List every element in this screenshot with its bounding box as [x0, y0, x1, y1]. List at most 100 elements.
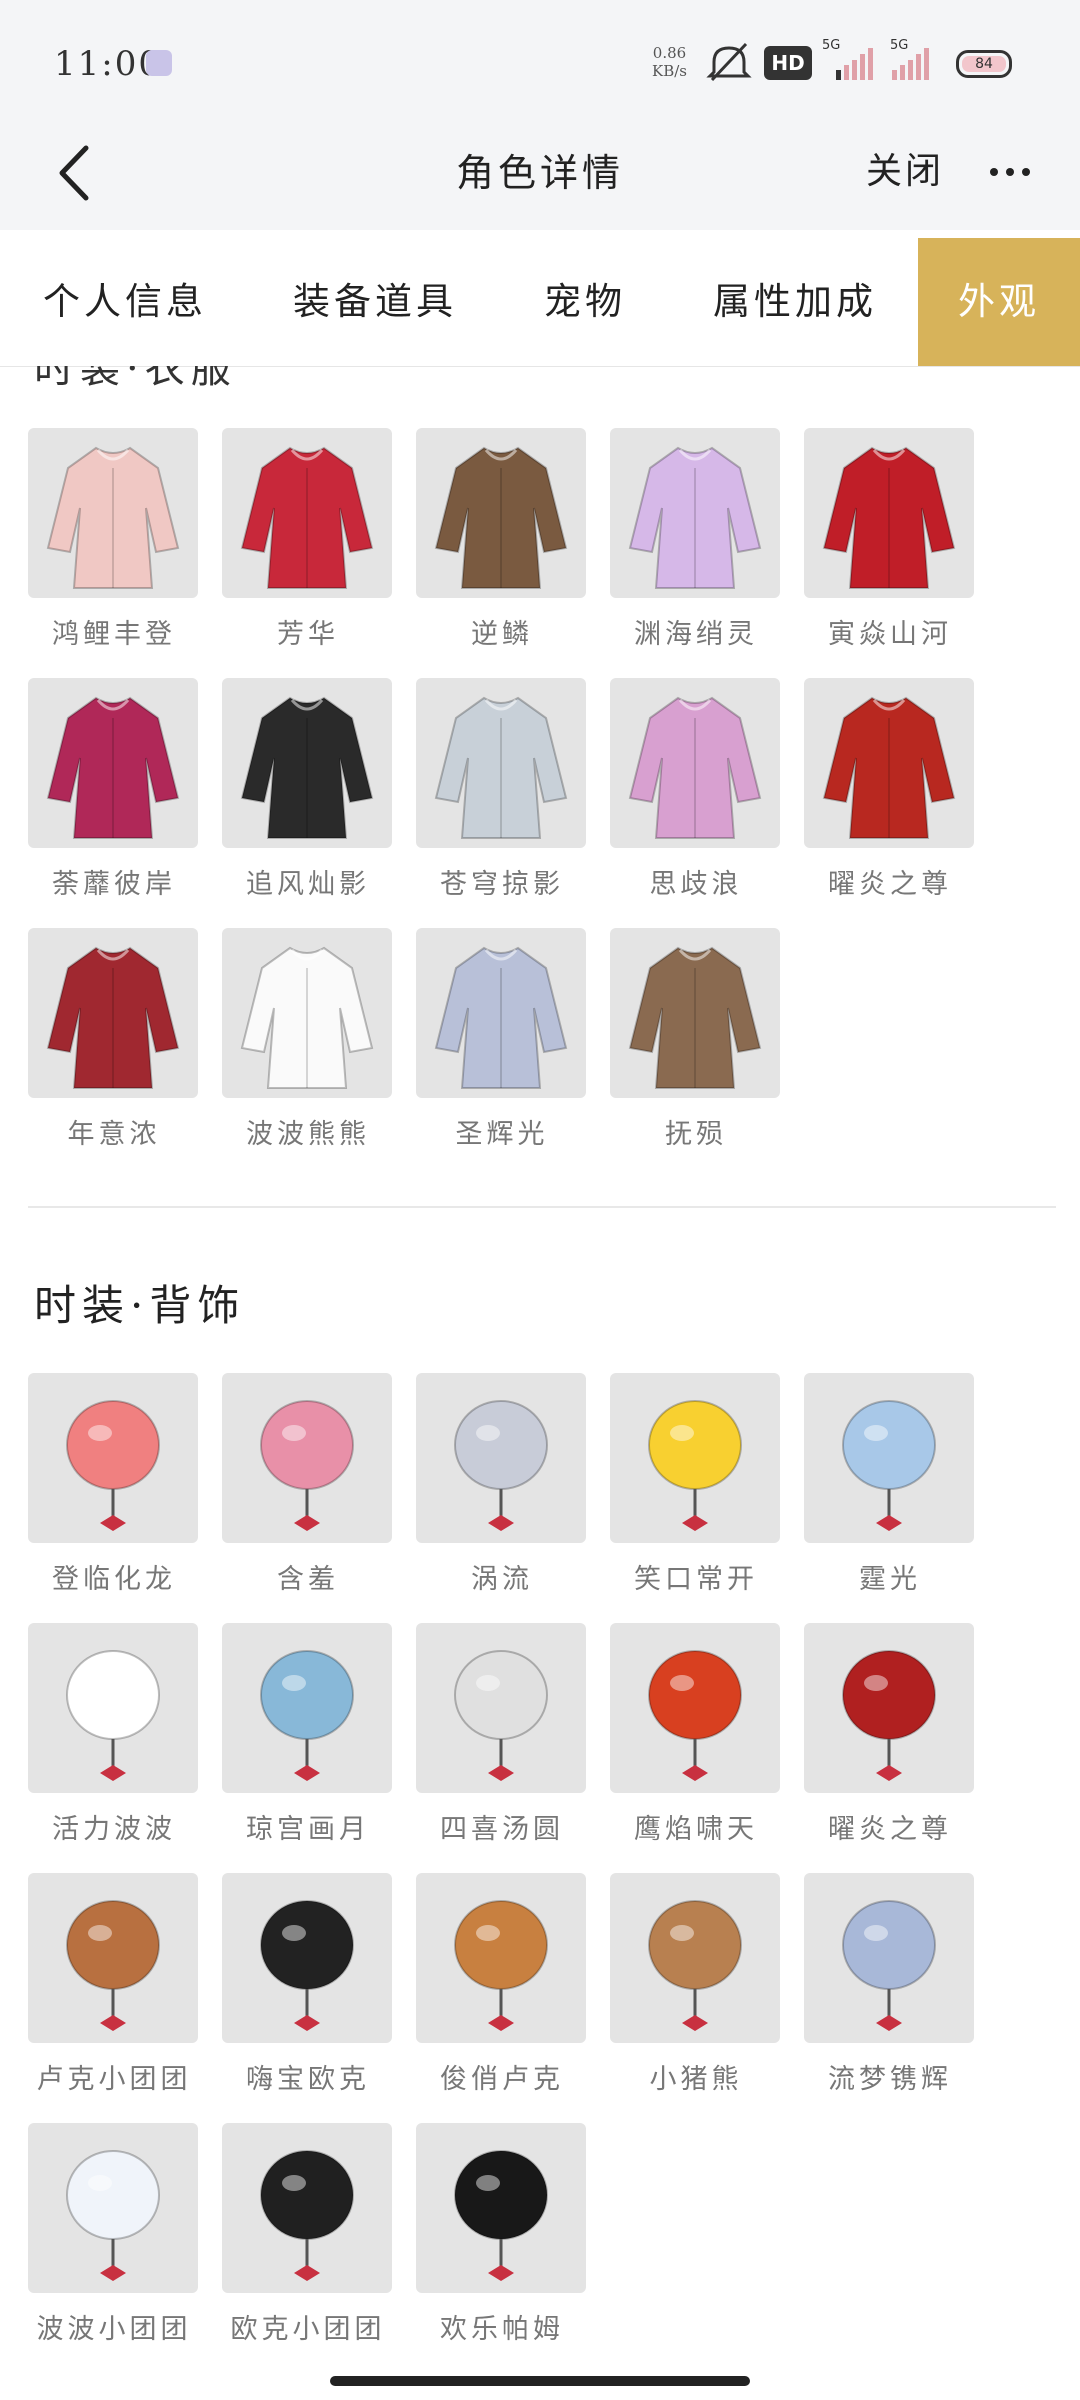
back-accessory-item[interactable]: 嗨宝欧克: [222, 1873, 394, 2113]
back-accessory-thumbnail[interactable]: [610, 1623, 780, 1793]
back-accessory-item[interactable]: 笑口常开: [610, 1373, 782, 1613]
item-name: 笑口常开: [634, 1564, 758, 1595]
back-accessory-item[interactable]: 活力波波: [28, 1623, 200, 1863]
outfit-thumbnail[interactable]: [28, 928, 198, 1098]
back-accessory-item[interactable]: 含羞: [222, 1373, 394, 1613]
tab-appearance[interactable]: 外观: [918, 238, 1080, 366]
outfit-item[interactable]: 苍穹掠影: [416, 678, 588, 918]
back-accessory-thumbnail[interactable]: [222, 1623, 392, 1793]
outfit-thumbnail[interactable]: [222, 678, 392, 848]
accessory-image: [66, 1400, 160, 1531]
back-accessory-thumbnail[interactable]: [222, 1373, 392, 1543]
back-accessory-item[interactable]: 欧克小团团: [222, 2123, 394, 2363]
back-accessory-item[interactable]: 俊俏卢克: [416, 1873, 588, 2113]
item-name: 鹰焰啸天: [634, 1814, 758, 1845]
outfit-thumbnail[interactable]: [416, 428, 586, 598]
back-accessory-item[interactable]: 小猪熊: [610, 1873, 782, 2113]
outfit-item[interactable]: 波波熊熊: [222, 928, 394, 1168]
close-button[interactable]: 关闭: [866, 142, 944, 194]
outfit-thumbnail[interactable]: [804, 678, 974, 848]
outfit-image: [46, 696, 180, 839]
outfit-item[interactable]: 曜炎之尊: [804, 678, 976, 918]
item-name: 曜炎之尊: [828, 869, 952, 900]
outfit-thumbnail[interactable]: [28, 678, 198, 848]
back-accessory-thumbnail[interactable]: [222, 2123, 392, 2293]
outfit-thumbnail[interactable]: [416, 678, 586, 848]
back-accessory-item[interactable]: 卢克小团团: [28, 1873, 200, 2113]
item-name: 寅焱山河: [828, 619, 952, 650]
item-name: 思歧浪: [649, 869, 743, 900]
outfit-thumbnail[interactable]: [416, 928, 586, 1098]
outfit-item[interactable]: 鸿鲤丰登: [28, 428, 200, 668]
outfit-thumbnail[interactable]: [28, 428, 198, 598]
back-accessory-thumbnail[interactable]: [416, 1873, 586, 2043]
accessory-image: [66, 1900, 160, 2031]
outfit-thumbnail[interactable]: [610, 928, 780, 1098]
outfit-thumbnail[interactable]: [222, 428, 392, 598]
outfit-item[interactable]: 思歧浪: [610, 678, 782, 918]
hd-voice-badge: HD: [764, 46, 812, 80]
outfit-image: [434, 696, 568, 839]
accessory-image: [842, 1900, 936, 2031]
outfit-item[interactable]: 抚殒: [610, 928, 782, 1168]
accessory-image: [260, 2150, 354, 2281]
back-accessory-item[interactable]: 鹰焰啸天: [610, 1623, 782, 1863]
back-accessory-thumbnail[interactable]: [28, 1373, 198, 1543]
outfit-item[interactable]: 逆鳞: [416, 428, 588, 668]
outfit-thumbnail[interactable]: [804, 428, 974, 598]
outfit-image: [822, 446, 956, 589]
back-accessory-thumbnail[interactable]: [416, 1373, 586, 1543]
appearance-content: 时装·衣服 鸿鲤丰登 芳华 逆鳞 渊海绡灵 寅焱山河 荼蘼彼岸 追风灿影 苍穹掠影 思歧浪 曜炎之…: [0, 366, 1080, 2400]
home-indicator[interactable]: [330, 2376, 750, 2386]
back-accessory-thumbnail[interactable]: [28, 1873, 198, 2043]
tab-attribute-bonus[interactable]: 属性加成: [670, 238, 920, 366]
tab-equipment[interactable]: 装备道具: [250, 238, 500, 366]
more-options-icon[interactable]: [988, 162, 1032, 182]
outfit-thumbnail[interactable]: [610, 428, 780, 598]
outfit-item[interactable]: 年意浓: [28, 928, 200, 1168]
back-accessory-thumbnail[interactable]: [610, 1373, 780, 1543]
outfit-thumbnail[interactable]: [222, 928, 392, 1098]
outfit-item[interactable]: 芳华: [222, 428, 394, 668]
item-name: 波波熊熊: [246, 1119, 370, 1150]
back-accessory-thumbnail[interactable]: [804, 1873, 974, 2043]
back-accessory-item[interactable]: 琼宫画月: [222, 1623, 394, 1863]
back-accessory-thumbnail[interactable]: [416, 2123, 586, 2293]
back-accessory-item[interactable]: 曜炎之尊: [804, 1623, 976, 1863]
accessory-image: [648, 1400, 742, 1531]
item-name: 追风灿影: [246, 869, 370, 900]
back-accessory-item[interactable]: 霆光: [804, 1373, 976, 1613]
back-accessory-item[interactable]: 四喜汤圆: [416, 1623, 588, 1863]
accessory-image: [66, 1650, 160, 1781]
back-accessory-thumbnail[interactable]: [28, 2123, 198, 2293]
back-accessory-item[interactable]: 登临化龙: [28, 1373, 200, 1613]
back-accessory-thumbnail[interactable]: [416, 1623, 586, 1793]
outfit-item[interactable]: 荼蘼彼岸: [28, 678, 200, 918]
back-accessory-thumbnail[interactable]: [804, 1623, 974, 1793]
outfit-image: [240, 696, 374, 839]
back-accessory-thumbnail[interactable]: [610, 1873, 780, 2043]
item-name: 芳华: [277, 619, 339, 650]
outfit-item[interactable]: 渊海绡灵: [610, 428, 782, 668]
back-accessory-thumbnail[interactable]: [804, 1373, 974, 1543]
status-bar: 11:00 0.86 KB/s HD 5G 5G 84: [0, 0, 1080, 120]
back-accessory-item[interactable]: 波波小团团: [28, 2123, 200, 2363]
outfit-thumbnail[interactable]: [610, 678, 780, 848]
outfit-image: [628, 946, 762, 1089]
tab-personal-info[interactable]: 个人信息: [0, 238, 250, 366]
back-accessory-item[interactable]: 流梦镌辉: [804, 1873, 976, 2113]
back-accessory-thumbnail[interactable]: [28, 1623, 198, 1793]
tab-pets[interactable]: 宠物: [500, 238, 670, 366]
back-accessory-item[interactable]: 涡流: [416, 1373, 588, 1613]
item-name: 流梦镌辉: [828, 2064, 952, 2095]
accessory-image: [66, 2150, 160, 2281]
outfit-item[interactable]: 圣辉光: [416, 928, 588, 1168]
item-name: 圣辉光: [455, 1119, 549, 1150]
item-name: 年意浓: [67, 1119, 161, 1150]
outfit-item[interactable]: 寅焱山河: [804, 428, 976, 668]
back-accessory-item[interactable]: 欢乐帕姆: [416, 2123, 588, 2363]
back-accessory-thumbnail[interactable]: [222, 1873, 392, 2043]
outfit-item[interactable]: 追风灿影: [222, 678, 394, 918]
item-name: 嗨宝欧克: [246, 2064, 370, 2095]
item-name: 欢乐帕姆: [440, 2314, 564, 2345]
